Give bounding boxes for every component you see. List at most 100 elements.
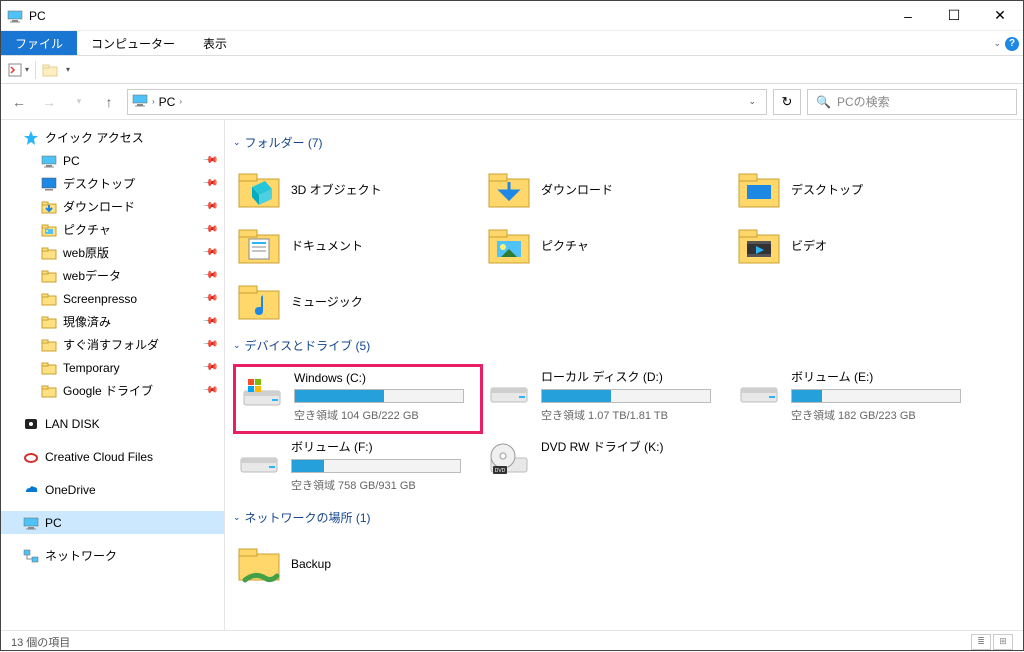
folder-item[interactable]: ピクチャ bbox=[483, 217, 733, 273]
pictures-icon bbox=[487, 223, 531, 267]
menu-view[interactable]: 表示 bbox=[189, 31, 241, 55]
close-button[interactable]: ✕ bbox=[977, 1, 1023, 31]
pin-icon: 📌 bbox=[201, 221, 218, 238]
pc-icon bbox=[41, 153, 57, 169]
drive-icon bbox=[737, 368, 781, 412]
videos-icon bbox=[737, 223, 781, 267]
sidebar-network[interactable]: ネットワーク bbox=[1, 544, 224, 567]
ribbon-expand-icon[interactable]: ⌄ bbox=[993, 38, 1001, 49]
folder-item[interactable]: ダウンロード bbox=[483, 161, 733, 217]
sidebar-item[interactable]: Temporary 📌 bbox=[1, 356, 224, 379]
help-icon[interactable]: ? bbox=[1005, 37, 1019, 51]
group-folders-header[interactable]: ⌄ フォルダー (7) bbox=[233, 134, 1015, 151]
folder-icon bbox=[41, 383, 57, 399]
documents-icon bbox=[237, 223, 281, 267]
sidebar-item-label: PC bbox=[63, 154, 80, 168]
folder-label: ドキュメント bbox=[291, 237, 363, 254]
sidebar-item[interactable]: 現像済み📌 bbox=[1, 310, 224, 333]
sidebar-item-label: デスクトップ bbox=[63, 175, 135, 192]
minimize-button[interactable]: – bbox=[885, 1, 931, 31]
qat-customize-icon[interactable]: ▾ bbox=[66, 65, 70, 74]
up-button[interactable]: ↑ bbox=[97, 90, 121, 114]
sidebar-item-label: Screenpresso bbox=[63, 292, 137, 306]
chevron-right-icon[interactable]: › bbox=[152, 97, 155, 106]
sidebar-item[interactable]: ピクチャ📌 bbox=[1, 218, 224, 241]
menu-file[interactable]: ファイル bbox=[1, 31, 77, 55]
breadcrumb-pc[interactable]: PC bbox=[159, 95, 176, 109]
properties-icon[interactable] bbox=[7, 62, 23, 78]
drive-icon bbox=[237, 438, 281, 482]
sidebar-quick-access[interactable]: クイック アクセス bbox=[1, 126, 224, 149]
chevron-right-icon[interactable]: › bbox=[179, 97, 182, 106]
tiles-view-button[interactable]: ⊞ bbox=[993, 634, 1013, 650]
refresh-button[interactable]: ↻ bbox=[773, 89, 801, 115]
search-placeholder: PCの検索 bbox=[837, 93, 890, 110]
back-button[interactable]: ← bbox=[7, 90, 31, 114]
sidebar-pc[interactable]: PC bbox=[1, 511, 224, 534]
address-dropdown-icon[interactable]: ⌄ bbox=[742, 96, 762, 107]
pin-icon: 📌 bbox=[201, 152, 218, 169]
network-location-item[interactable]: Backup bbox=[233, 536, 483, 592]
sidebar-lan-disk[interactable]: LAN DISK bbox=[1, 412, 224, 435]
drive-item[interactable]: ボリューム (F:)空き領域 758 GB/931 GB bbox=[233, 434, 483, 501]
qat-dropdown-icon[interactable]: ▾ bbox=[25, 65, 29, 74]
creative-cloud-icon bbox=[23, 449, 39, 465]
drive-item[interactable]: DVDDVD RW ドライブ (K:) bbox=[483, 434, 733, 501]
drive-free-text: 空き領域 104 GB/222 GB bbox=[294, 407, 476, 423]
details-view-button[interactable]: ≣ bbox=[971, 634, 991, 650]
sidebar-item[interactable]: Google ドライブ 📌 bbox=[1, 379, 224, 402]
pin-icon: 📌 bbox=[201, 336, 218, 353]
drive-label: ボリューム (E:) bbox=[791, 368, 979, 385]
lan-disk-icon bbox=[23, 416, 39, 432]
group-drives-header[interactable]: ⌄ デバイスとドライブ (5) bbox=[233, 337, 1015, 354]
drive-usage-bar bbox=[541, 389, 711, 403]
pin-icon: 📌 bbox=[201, 382, 218, 399]
folder-item[interactable]: 3D オブジェクト bbox=[233, 161, 483, 217]
sidebar-item[interactable]: ダウンロード📌 bbox=[1, 195, 224, 218]
sidebar-creative-cloud[interactable]: Creative Cloud Files bbox=[1, 445, 224, 468]
drive-icon bbox=[487, 368, 531, 412]
sidebar-item-label: Temporary bbox=[63, 361, 120, 375]
pin-icon: 📌 bbox=[201, 359, 218, 376]
sidebar-item[interactable]: webデータ📌 bbox=[1, 264, 224, 287]
network-icon bbox=[23, 548, 39, 564]
drive-usage-bar bbox=[791, 389, 961, 403]
group-network-header[interactable]: ⌄ ネットワークの場所 (1) bbox=[233, 509, 1015, 526]
sidebar-item[interactable]: すぐ消すフォルダ📌 bbox=[1, 333, 224, 356]
drive-item[interactable]: ローカル ディスク (D:)空き領域 1.07 TB/1.81 TB bbox=[483, 364, 733, 434]
drive-win-icon bbox=[240, 371, 284, 415]
sidebar-item[interactable]: デスクトップ 📌 bbox=[1, 172, 224, 195]
folder-item[interactable]: ミュージック bbox=[233, 273, 483, 329]
drive-item[interactable]: ボリューム (E:)空き領域 182 GB/223 GB bbox=[733, 364, 983, 434]
sidebar-onedrive[interactable]: OneDrive bbox=[1, 478, 224, 501]
maximize-button[interactable]: ☐ bbox=[931, 1, 977, 31]
pin-icon: 📌 bbox=[201, 175, 218, 192]
navigation-pane: クイック アクセス PC📌デスクトップ📌ダウンロード📌ピクチャ📌web原版📌we… bbox=[1, 120, 225, 630]
search-box[interactable]: 🔍 PCの検索 bbox=[807, 89, 1017, 115]
svg-text:DVD: DVD bbox=[495, 468, 506, 474]
download-icon bbox=[41, 199, 57, 215]
window-title: PC bbox=[29, 9, 885, 23]
sidebar-item-label: webデータ bbox=[63, 267, 121, 284]
chevron-down-icon: ⌄ bbox=[233, 340, 241, 351]
sidebar-item[interactable]: PC 📌 bbox=[1, 149, 224, 172]
download-icon bbox=[487, 167, 531, 211]
folder-item[interactable]: ビデオ bbox=[733, 217, 983, 273]
sidebar-item-label: 現像済み bbox=[63, 313, 111, 330]
window-pc-icon bbox=[7, 8, 23, 24]
drive-item[interactable]: Windows (C:)空き領域 104 GB/222 GB bbox=[233, 364, 483, 434]
folder-icon bbox=[41, 337, 57, 353]
navigation-bar: ← → ▾ ↑ › PC › ⌄ ↻ 🔍 PCの検索 bbox=[1, 84, 1023, 120]
folder-item[interactable]: ドキュメント bbox=[233, 217, 483, 273]
forward-button[interactable]: → bbox=[37, 90, 61, 114]
onedrive-icon bbox=[23, 482, 39, 498]
sidebar-item-label: Google ドライブ bbox=[63, 382, 153, 399]
sidebar-item[interactable]: web原版📌 bbox=[1, 241, 224, 264]
sidebar-item[interactable]: Screenpresso📌 bbox=[1, 287, 224, 310]
menu-computer[interactable]: コンピューター bbox=[77, 31, 189, 55]
folder-item[interactable]: デスクトップ bbox=[733, 161, 983, 217]
address-bar[interactable]: › PC › ⌄ bbox=[127, 89, 767, 115]
new-folder-icon[interactable] bbox=[42, 62, 58, 78]
folder-label: 3D オブジェクト bbox=[291, 181, 382, 198]
recent-dropdown[interactable]: ▾ bbox=[67, 90, 91, 114]
